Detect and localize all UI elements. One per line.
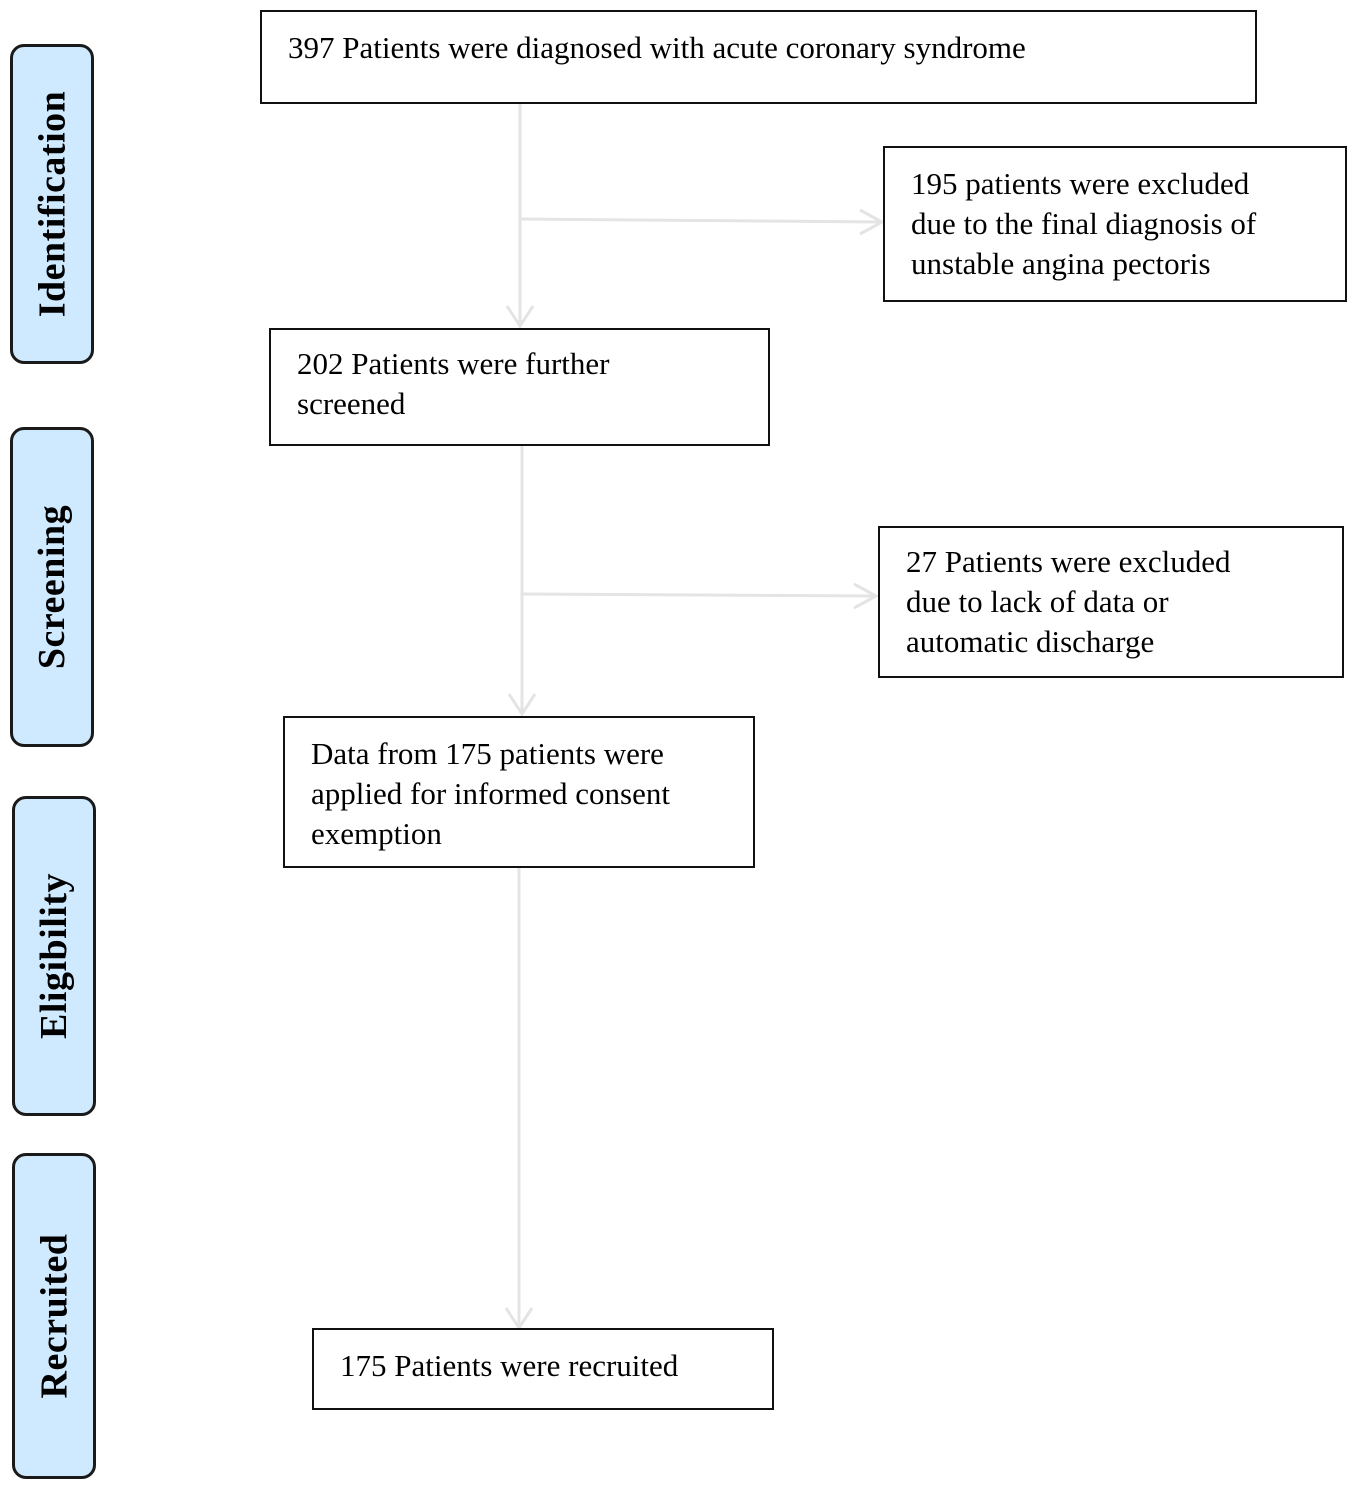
flow-diagram: Identification Screening Eligibility Rec… (0, 0, 1356, 1490)
box-recruited: 175 Patients were recruited (312, 1328, 774, 1410)
arrow-to-excluded-data (521, 592, 877, 598)
box-text: automatic discharge (906, 624, 1155, 659)
box-text: Data from 175 patients were (311, 736, 664, 771)
box-excluded-lack-data: 27 Patients were excluded due to lack of… (878, 526, 1344, 678)
box-text: screened (297, 386, 406, 421)
box-diagnosed: 397 Patients were diagnosed with acute c… (260, 10, 1257, 104)
stage-label-text: Recruited (33, 1233, 76, 1399)
box-text: 27 Patients were excluded (906, 544, 1231, 579)
stage-label-text: Identification (31, 90, 73, 318)
box-text: 195 patients were excluded (911, 166, 1250, 201)
box-text: due to lack of data or (906, 584, 1169, 619)
stage-label-identification: Identification (10, 44, 94, 364)
arrow-to-excluded-angina (519, 217, 883, 224)
box-text: 202 Patients were further (297, 346, 610, 381)
stage-label-text: Eligibility (33, 873, 76, 1039)
box-text: due to the final diagnosis of (911, 206, 1257, 241)
stage-label-eligibility: Eligibility (12, 796, 96, 1116)
box-text: 397 Patients were diagnosed with acute c… (288, 30, 1026, 65)
stage-label-text: Screening (31, 504, 73, 670)
box-text: 175 Patients were recruited (340, 1348, 679, 1383)
stage-label-screening: Screening (10, 427, 94, 747)
box-consent-exemption: Data from 175 patients were applied for … (283, 716, 755, 868)
box-excluded-unstable-angina: 195 patients were excluded due to the fi… (883, 146, 1347, 302)
box-text: exemption (311, 816, 442, 851)
box-text: unstable angina pectoris (911, 246, 1211, 281)
box-further-screened: 202 Patients were further screened (269, 328, 770, 446)
box-text: applied for informed consent (311, 776, 670, 811)
stage-label-recruited: Recruited (12, 1153, 96, 1479)
